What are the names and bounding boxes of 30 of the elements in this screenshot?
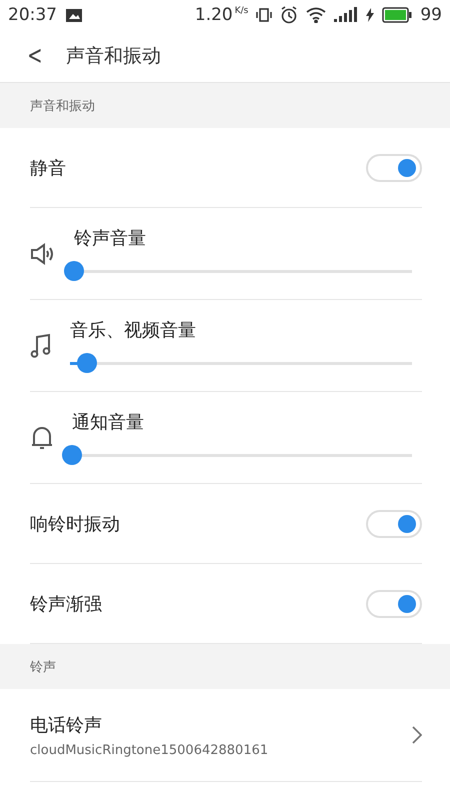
setting-value: cloudMusicRingtone1500642880161 — [30, 742, 270, 758]
toggle-switch[interactable] — [366, 590, 422, 618]
image-notification-icon — [65, 8, 83, 22]
network-speed: 1.20 — [194, 5, 233, 25]
chevron-right-icon[interactable] — [412, 726, 422, 744]
music-note-icon — [30, 332, 52, 358]
toggle-switch[interactable] — [366, 510, 422, 538]
setting-label: 通知音量 — [72, 410, 145, 434]
setting-label: 铃声音量 — [74, 226, 147, 250]
section-header: 声音和振动 — [0, 83, 450, 128]
page-title: 声音和振动 — [66, 44, 161, 69]
battery-percent: 99 — [420, 5, 442, 25]
clock: 20:37 — [8, 5, 57, 25]
setting-label: 铃声渐强 — [30, 592, 103, 616]
setting-label: 音乐、视频音量 — [70, 318, 197, 342]
toggle-switch[interactable] — [366, 154, 422, 182]
speed-unit: K/s — [234, 6, 248, 16]
setting-label: 静音 — [30, 156, 67, 180]
speaker-icon — [30, 242, 56, 264]
battery-icon — [382, 7, 412, 23]
setting-label: 响铃时振动 — [30, 512, 121, 536]
bell-icon — [30, 424, 54, 450]
charging-icon — [366, 8, 374, 22]
signal-icon — [334, 7, 358, 23]
wifi-icon — [306, 7, 326, 23]
setting-label: 电话铃声 — [30, 714, 103, 736]
vibrate-icon — [256, 7, 272, 23]
back-button[interactable]: < — [27, 41, 43, 71]
alarm-icon — [280, 6, 298, 24]
section-header: 铃声 — [0, 644, 450, 689]
